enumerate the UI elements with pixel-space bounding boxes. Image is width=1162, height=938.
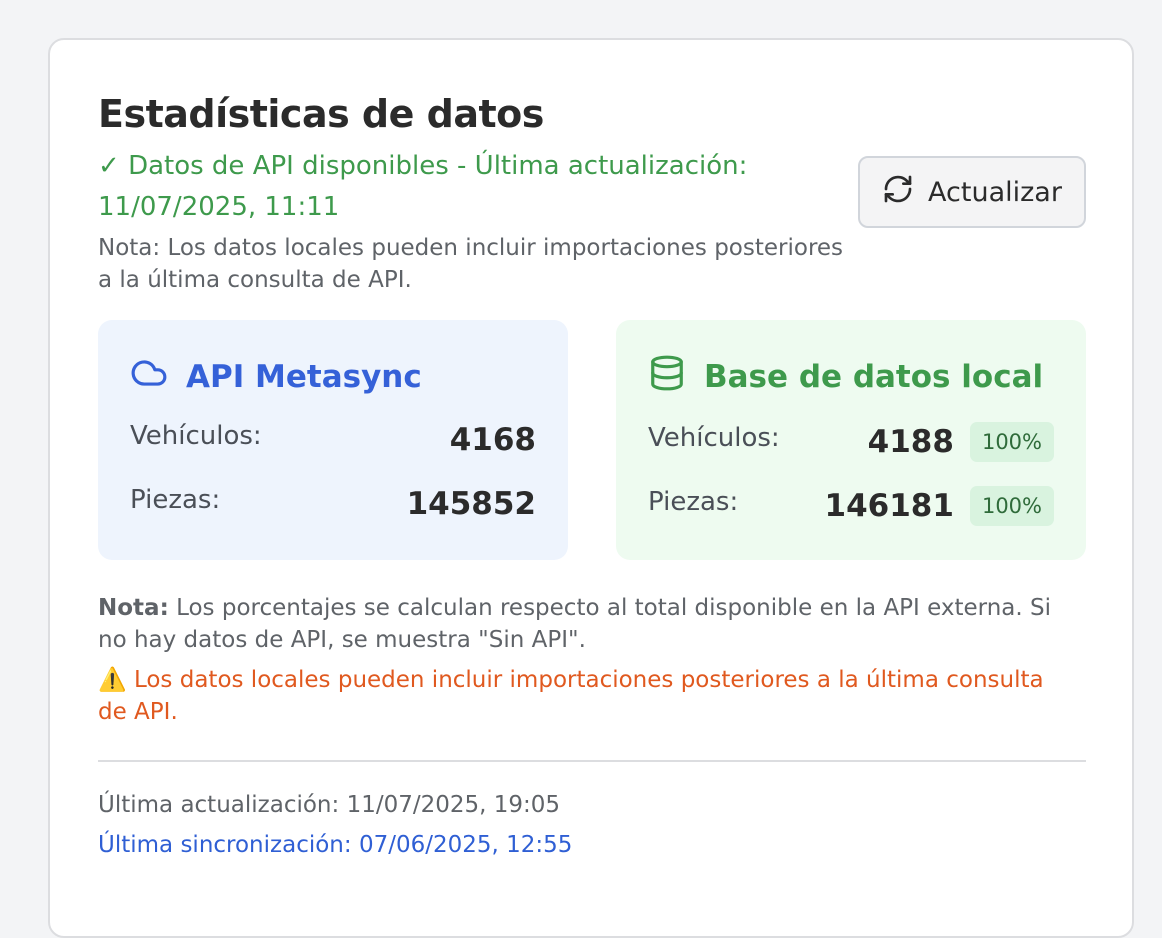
local-panel-header: Base de datos local <box>648 354 1043 400</box>
api-parts-label: Piezas: <box>130 485 221 515</box>
warning-message: ⚠️ Los datos locales pueden incluir impo… <box>98 664 1078 728</box>
note-bottom: Nota: Los porcentajes se calculan respec… <box>98 592 1078 656</box>
api-status-message: Datos de API disponibles - Última actual… <box>98 151 748 222</box>
local-vehicles-percent-badge: 100% <box>969 422 1054 462</box>
last-sync-text: Última sincronización: 07/06/2025, 12:55 <box>98 832 573 858</box>
last-update-text: Última actualización: 11/07/2025, 19:05 <box>98 792 561 818</box>
local-panel-title: Base de datos local <box>704 359 1044 395</box>
api-vehicles-label: Vehículos: <box>130 421 262 451</box>
local-parts-value: 146181 <box>824 488 954 524</box>
local-parts-row: Piezas: 146181 100% <box>648 482 1054 526</box>
api-parts-row: Piezas: 145852 <box>130 482 536 522</box>
local-parts-label: Piezas: <box>648 487 739 517</box>
api-panel-header: API Metasync <box>130 354 422 400</box>
local-vehicles-row: Vehículos: 4188 100% <box>648 418 1054 462</box>
local-panel: Base de datos local Vehículos: 4188 100%… <box>616 320 1086 560</box>
refresh-button-label: Actualizar <box>928 176 1062 208</box>
warning-text: Los datos locales pueden incluir importa… <box>98 667 1044 725</box>
check-icon: ✓ <box>98 151 120 181</box>
database-icon <box>648 354 686 400</box>
page-title: Estadísticas de datos <box>98 92 544 136</box>
note-top: Nota: Los datos locales pueden incluir i… <box>98 235 844 293</box>
api-status-text: ✓ Datos de API disponibles - Última actu… <box>98 146 798 228</box>
api-parts-value: 145852 <box>406 486 536 522</box>
api-panel: API Metasync Vehículos: 4168 Piezas: 145… <box>98 320 568 560</box>
local-parts-percent-badge: 100% <box>969 486 1054 526</box>
refresh-icon <box>882 173 914 212</box>
local-vehicles-value: 4188 <box>867 424 954 460</box>
api-vehicles-value: 4168 <box>449 422 536 458</box>
api-panel-title: API Metasync <box>186 359 422 395</box>
note-bottom-label: Nota: <box>98 595 169 621</box>
cloud-icon <box>130 354 168 400</box>
warning-icon: ⚠️ <box>98 667 127 693</box>
divider <box>98 760 1086 762</box>
refresh-button[interactable]: Actualizar <box>858 156 1086 228</box>
api-vehicles-row: Vehículos: 4168 <box>130 418 536 458</box>
note-bottom-text: Los porcentajes se calculan respecto al … <box>98 595 1051 653</box>
local-vehicles-label: Vehículos: <box>648 423 780 453</box>
